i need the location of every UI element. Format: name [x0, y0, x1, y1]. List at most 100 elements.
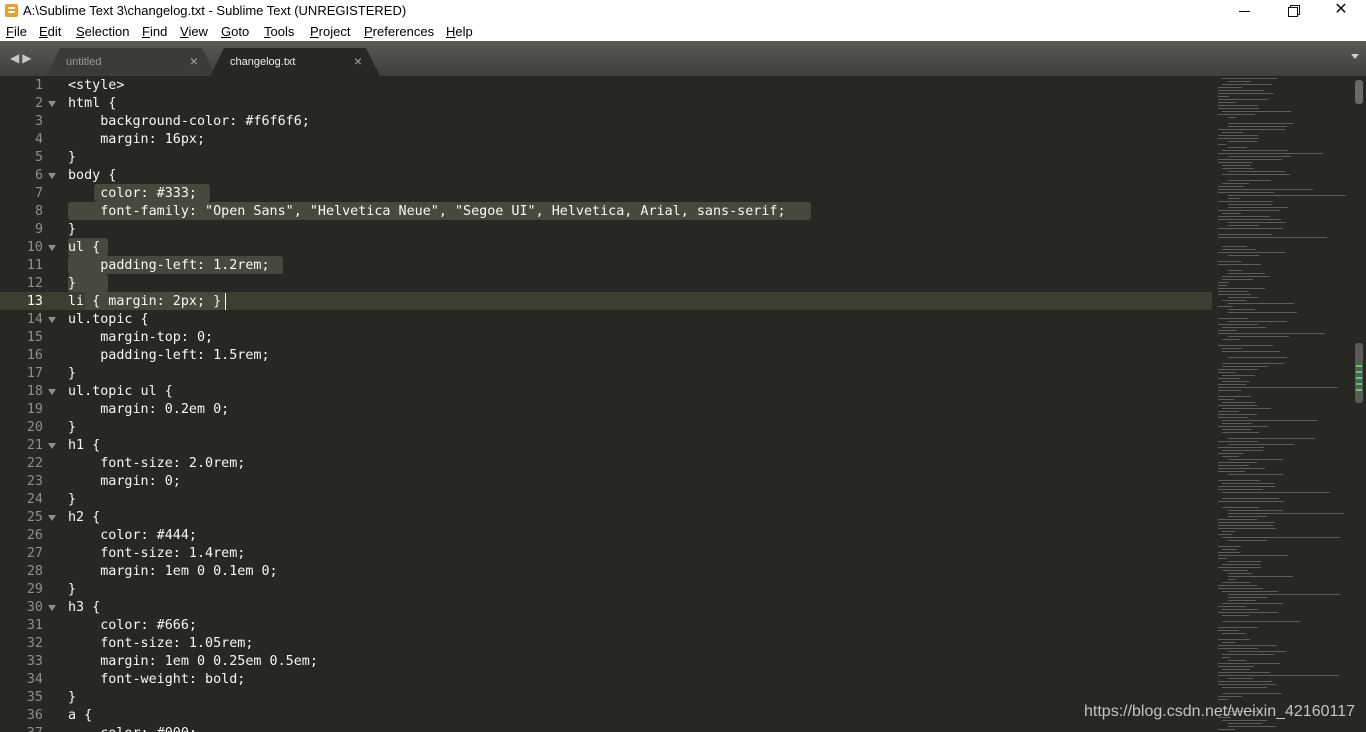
fold-arrow-icon[interactable] [48, 389, 56, 395]
code-line[interactable]: 14 ul.topic { [0, 311, 1366, 329]
restore-icon[interactable] [1271, 0, 1317, 22]
line-number: 5 [34, 150, 43, 165]
code-line[interactable]: 16 padding-left: 1.5rem; [0, 347, 1366, 365]
code-line[interactable]: 9} [0, 221, 1366, 239]
minimap[interactable] [1218, 76, 1354, 732]
menu-tools[interactable]: Tools [264, 24, 294, 39]
menu-preferences[interactable]: Preferences [364, 24, 434, 39]
code-line[interactable]: 2 html { [0, 95, 1366, 113]
tab-close-icon[interactable]: × [354, 53, 362, 69]
line-number: 30 [26, 600, 43, 615]
sublime-text-icon [5, 4, 18, 17]
editor[interactable]: 1 <style> 2 html { 3 background-color: #f6f6… [0, 76, 1366, 732]
code-line[interactable]: 21 h1 { [0, 437, 1366, 455]
line-number: 24 [26, 492, 43, 507]
tab-close-icon[interactable]: × [190, 53, 198, 69]
menu-help[interactable]: Help [446, 24, 473, 39]
menu-goto[interactable]: Goto [221, 24, 249, 39]
menu-view[interactable]: View [180, 24, 208, 39]
code-text: ul { [68, 240, 101, 255]
code-line[interactable]: 13 li { margin: 2px; } [0, 293, 1366, 311]
code-line[interactable]: 27 font-size: 1.4rem; [0, 545, 1366, 563]
line-number: 14 [26, 312, 43, 327]
tab-label: changelog.txt [230, 56, 296, 68]
code-line[interactable]: 24} [0, 491, 1366, 509]
minimize-icon[interactable] [1222, 0, 1268, 22]
close-icon[interactable]: ✕ [1318, 0, 1364, 22]
code-line[interactable]: 15 margin-top: 0; [0, 329, 1366, 347]
code-line[interactable]: 4 margin: 16px; [0, 131, 1366, 149]
code-text: h3 { [68, 600, 101, 615]
code-text: } [68, 276, 77, 291]
line-number: 25 [26, 510, 43, 525]
fold-arrow-icon[interactable] [48, 101, 56, 107]
fold-arrow-icon[interactable] [48, 317, 56, 323]
code-line[interactable]: 7 color: #333; [0, 185, 1366, 203]
line-number: 21 [26, 438, 43, 453]
code-line[interactable]: 33 margin: 1em 0 0.25em 0.5em; [0, 653, 1366, 671]
code-line[interactable]: 23 margin: 0; [0, 473, 1366, 491]
code-line[interactable]: 5} [0, 149, 1366, 167]
line-number: 3 [34, 114, 43, 129]
code-text: margin: 0.2em 0; [68, 402, 230, 417]
tab-changelog[interactable]: changelog.txt × [210, 48, 380, 76]
code-line[interactable]: 20} [0, 419, 1366, 437]
fold-arrow-icon[interactable] [48, 173, 56, 179]
line-number: 22 [26, 456, 43, 471]
watermark: https://blog.csdn.net/weixin_42160117 [1084, 703, 1356, 720]
code-line[interactable]: 25 h2 { [0, 509, 1366, 527]
code-line[interactable]: 1 <style> [0, 77, 1366, 95]
code-text: margin: 0; [68, 474, 181, 489]
menu-selection[interactable]: Selection [76, 24, 129, 39]
line-number: 2 [34, 96, 43, 111]
code-line[interactable]: 32 font-size: 1.05rem; [0, 635, 1366, 653]
code-line[interactable]: 29} [0, 581, 1366, 599]
menu-project[interactable]: Project [310, 24, 350, 39]
line-number: 12 [26, 276, 43, 291]
code-line[interactable]: 3 background-color: #f6f6f6; [0, 113, 1366, 131]
code-line[interactable]: 19 margin: 0.2em 0; [0, 401, 1366, 419]
tab-untitled[interactable]: untitled × [46, 48, 216, 76]
code-text: } [68, 222, 77, 237]
code-line[interactable]: 34 font-weight: bold; [0, 671, 1366, 689]
line-number: 27 [26, 546, 43, 561]
window-title: A:\Sublime Text 3\changelog.txt - Sublim… [23, 3, 407, 18]
scrollbar-thumb[interactable] [1355, 80, 1363, 104]
code-line[interactable]: 8 font-family: "Open Sans", "Helvetica N… [0, 203, 1366, 221]
code-line[interactable]: 18 ul.topic ul { [0, 383, 1366, 401]
fold-arrow-icon[interactable] [48, 443, 56, 449]
code-line[interactable]: 28 margin: 1em 0 0.1em 0; [0, 563, 1366, 581]
menu-file[interactable]: File [6, 24, 27, 39]
line-number: 26 [26, 528, 43, 543]
fold-arrow-icon[interactable] [48, 515, 56, 521]
tab-nav-arrows-icon[interactable]: ◀▶ [10, 51, 34, 65]
code-line[interactable]: 10 ul { [0, 239, 1366, 257]
menu-edit[interactable]: Edit [39, 24, 61, 39]
vertical-scrollbar[interactable] [1354, 76, 1364, 732]
line-number: 29 [26, 582, 43, 597]
line-number: 11 [26, 258, 43, 273]
code-line[interactable]: 12} [0, 275, 1366, 293]
code-line[interactable]: 30 h3 { [0, 599, 1366, 617]
code-line[interactable]: 37 color: #000; [0, 725, 1366, 732]
menu-find[interactable]: Find [142, 24, 167, 39]
line-number: 37 [0, 725, 43, 732]
minimap-scroll-indicator[interactable] [1355, 343, 1363, 403]
fold-arrow-icon[interactable] [48, 245, 56, 251]
code-text: font-size: 2.0rem; [68, 456, 246, 471]
code-line[interactable]: 17} [0, 365, 1366, 383]
line-number: 15 [26, 330, 43, 345]
code-text: ul.topic { [68, 312, 149, 327]
code-line[interactable]: 26 color: #444; [0, 527, 1366, 545]
code-line[interactable]: 22 font-size: 2.0rem; [0, 455, 1366, 473]
code-text: li { margin: 2px; } [68, 294, 222, 309]
code-text: } [68, 690, 77, 705]
line-number: 18 [26, 384, 43, 399]
code-line[interactable]: 11 padding-left: 1.2rem; [0, 257, 1366, 275]
code-text: html { [68, 96, 117, 111]
code-line[interactable]: 6 body { [0, 167, 1366, 185]
code-line[interactable]: 31 color: #666; [0, 617, 1366, 635]
fold-arrow-icon[interactable] [48, 605, 56, 611]
tab-list-dropdown-icon[interactable] [1351, 54, 1359, 59]
line-number: 8 [34, 204, 43, 219]
